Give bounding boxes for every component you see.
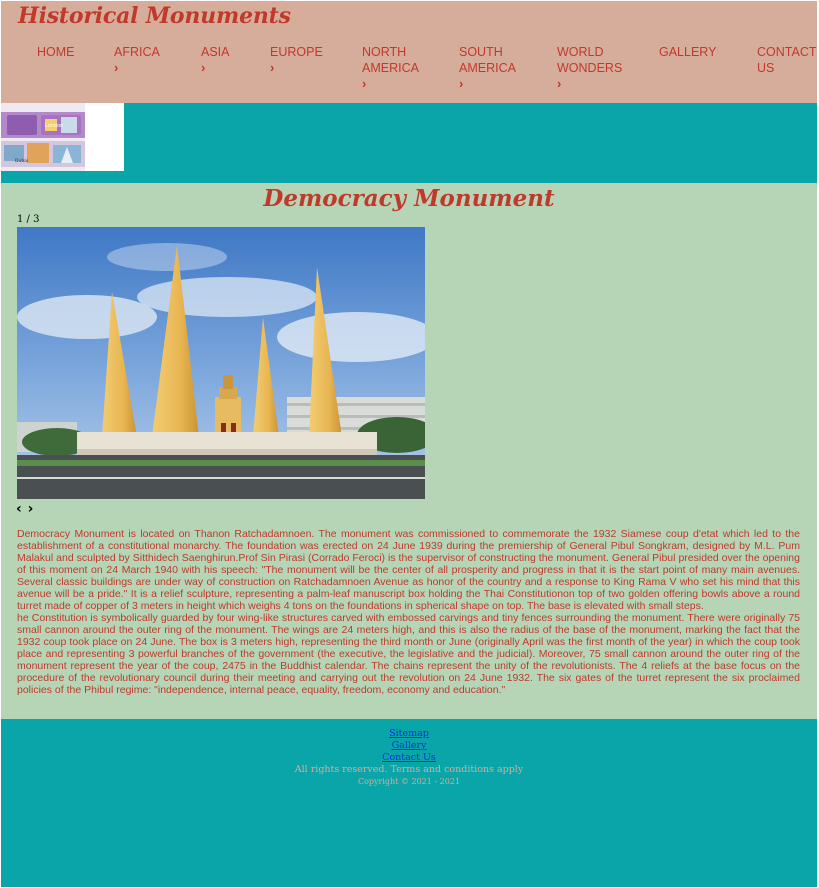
nav-asia-label[interactable]: ASIA	[201, 45, 230, 59]
chevron-right-icon[interactable]: ›	[114, 60, 160, 76]
nav-europe-label[interactable]: EUROPE	[270, 45, 323, 59]
article-paragraph: he Constitution is symbolically guarded …	[17, 612, 800, 696]
page: Historical Monuments HOME AFRICA › ASIA …	[1, 1, 817, 887]
footer-copyright: Copyright © 2021 - 2021	[357, 777, 461, 786]
nav-gallery-label[interactable]: GALLERY	[659, 45, 716, 59]
nav-north-america-label[interactable]: NORTH AMERICA	[362, 45, 419, 75]
site-header: Historical Monuments HOME AFRICA › ASIA …	[1, 1, 817, 103]
nav-contact-us[interactable]: CONTACT US	[757, 44, 817, 76]
nav-home[interactable]: HOME	[37, 44, 75, 60]
nav-africa-label[interactable]: AFRICA	[114, 45, 160, 59]
slide-counter: 1 / 3	[17, 214, 40, 225]
banner-caption-top: London	[45, 123, 63, 129]
site-footer: Sitemap Gallery Contact Us All rights re…	[1, 728, 817, 788]
chevron-right-icon[interactable]: ›	[362, 76, 426, 92]
banner-collage: London Dubai	[1, 103, 124, 171]
banner-image: London Dubai	[1, 103, 124, 171]
footer-link-contact-us[interactable]: Contact Us	[1, 752, 817, 764]
chevron-right-icon[interactable]: ›	[201, 60, 230, 76]
nav-world-wonders-label[interactable]: WORLD WONDERS	[557, 45, 622, 75]
nav-asia[interactable]: ASIA ›	[201, 44, 230, 76]
main-content: Democracy Monument 1 / 3 ‹ › Democracy M…	[1, 183, 817, 719]
page-title: Democracy Monument	[263, 185, 555, 212]
article-body: Democracy Monument is located on Thanon …	[17, 528, 800, 696]
monument-photo	[17, 227, 425, 499]
nav-africa[interactable]: AFRICA ›	[114, 44, 160, 76]
article-paragraph: Democracy Monument is located on Thanon …	[17, 528, 800, 612]
slide-arrows: ‹ ›	[16, 501, 34, 517]
nav-north-america[interactable]: NORTH AMERICA ›	[362, 44, 426, 92]
nav-gallery[interactable]: GALLERY	[659, 44, 716, 60]
nav-home-label[interactable]: HOME	[37, 45, 75, 59]
chevron-right-icon[interactable]: ›	[557, 76, 623, 92]
footer-rights: All rights reserved. Terms and condition…	[294, 764, 524, 775]
slide-next-icon[interactable]: ›	[28, 501, 34, 517]
chevron-right-icon[interactable]: ›	[459, 76, 523, 92]
nav-south-america[interactable]: SOUTH AMERICA ›	[459, 44, 523, 92]
nav-world-wonders[interactable]: WORLD WONDERS ›	[557, 44, 623, 92]
slideshow-image	[17, 227, 425, 499]
footer-link-gallery[interactable]: Gallery	[1, 740, 817, 752]
site-title[interactable]: Historical Monuments	[18, 3, 291, 29]
nav-europe[interactable]: EUROPE ›	[270, 44, 323, 76]
slide-prev-icon[interactable]: ‹	[16, 501, 22, 517]
banner-caption-bottom: Dubai	[15, 158, 28, 164]
footer-link-sitemap[interactable]: Sitemap	[1, 728, 817, 740]
chevron-right-icon[interactable]: ›	[270, 60, 323, 76]
nav-south-america-label[interactable]: SOUTH AMERICA	[459, 45, 516, 75]
nav-contact-us-label[interactable]: CONTACT US	[757, 45, 816, 75]
